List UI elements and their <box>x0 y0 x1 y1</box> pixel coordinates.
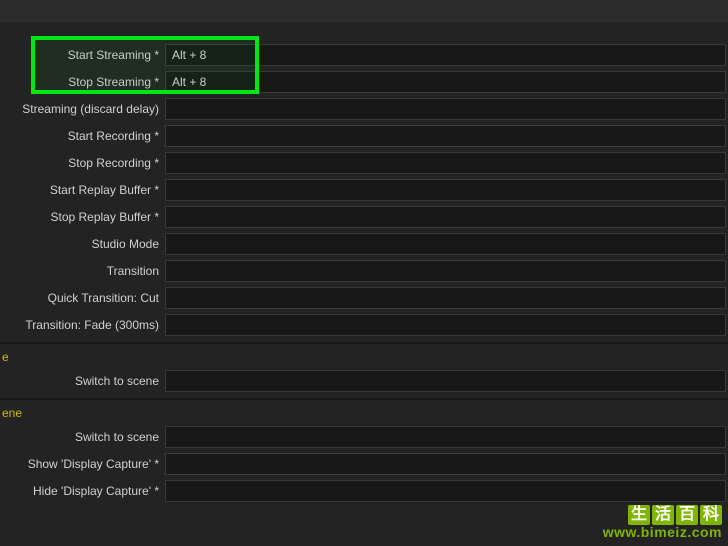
section-divider <box>0 342 728 344</box>
hotkey-input-stop-streaming[interactable]: Alt + 8 <box>165 71 726 93</box>
hotkey-input-hide-display-capture[interactable] <box>165 480 726 502</box>
hotkey-input-quick-transition-cut[interactable] <box>165 287 726 309</box>
hotkey-label: Show 'Display Capture' * <box>0 457 165 471</box>
hotkey-row-transition-fade: Transition: Fade (300ms) <box>0 312 728 338</box>
section-divider <box>0 398 728 400</box>
hotkey-input-stop-replay-buffer[interactable] <box>165 206 726 228</box>
watermark-char: 生 <box>628 505 650 525</box>
hotkeys-panel: Start Streaming * Alt + 8 Stop Streaming… <box>0 32 728 504</box>
hotkey-input-transition-fade[interactable] <box>165 314 726 336</box>
hotkey-input-switch-to-scene-2[interactable] <box>165 426 726 448</box>
top-bar <box>0 0 728 22</box>
hotkey-row-stop-replay-buffer: Stop Replay Buffer * <box>0 204 728 230</box>
hotkey-row-quick-transition-cut: Quick Transition: Cut <box>0 285 728 311</box>
hotkey-row-show-display-capture: Show 'Display Capture' * <box>0 451 728 477</box>
hotkey-label: Quick Transition: Cut <box>0 291 165 305</box>
hotkey-input-start-streaming[interactable]: Alt + 8 <box>165 44 726 66</box>
hotkey-label: Hide 'Display Capture' * <box>0 484 165 498</box>
hotkey-row-hide-display-capture: Hide 'Display Capture' * <box>0 478 728 504</box>
watermark-char: 科 <box>700 505 722 525</box>
scene-section-header-1: e <box>0 346 728 368</box>
hotkey-label: Start Streaming * <box>0 48 165 62</box>
hotkey-label: Switch to scene <box>0 374 165 388</box>
watermark: 生 活 百 科 www.bimeiz.com <box>603 505 722 540</box>
hotkey-input-studio-mode[interactable] <box>165 233 726 255</box>
hotkey-input-start-replay-buffer[interactable] <box>165 179 726 201</box>
hotkey-input-transition[interactable] <box>165 260 726 282</box>
hotkey-input-stop-recording[interactable] <box>165 152 726 174</box>
hotkey-row-switch-to-scene-2: Switch to scene <box>0 424 728 450</box>
hotkey-label: Transition: Fade (300ms) <box>0 318 165 332</box>
hotkey-input-switch-to-scene-1[interactable] <box>165 370 726 392</box>
hotkey-row-start-replay-buffer: Start Replay Buffer * <box>0 177 728 203</box>
hotkey-label: Stop Recording * <box>0 156 165 170</box>
hotkey-input-start-recording[interactable] <box>165 125 726 147</box>
watermark-char: 百 <box>676 505 698 525</box>
watermark-char: 活 <box>652 505 674 525</box>
hotkey-row-studio-mode: Studio Mode <box>0 231 728 257</box>
scene-section-header-2: ene <box>0 402 728 424</box>
hotkey-row-start-recording: Start Recording * <box>0 123 728 149</box>
watermark-url: www.bimeiz.com <box>603 525 722 540</box>
hotkey-label: Streaming (discard delay) <box>0 102 165 116</box>
hotkey-label: Stop Replay Buffer * <box>0 210 165 224</box>
hotkey-row-stop-streaming: Stop Streaming * Alt + 8 <box>0 69 728 95</box>
watermark-brand: 生 活 百 科 <box>603 505 722 525</box>
hotkey-row-switch-to-scene-1: Switch to scene <box>0 368 728 394</box>
hotkey-input-discard-delay[interactable] <box>165 98 726 120</box>
hotkey-label: Transition <box>0 264 165 278</box>
hotkey-label: Start Replay Buffer * <box>0 183 165 197</box>
hotkey-label: Stop Streaming * <box>0 75 165 89</box>
hotkey-label: Switch to scene <box>0 430 165 444</box>
hotkey-row-transition: Transition <box>0 258 728 284</box>
hotkey-label: Studio Mode <box>0 237 165 251</box>
hotkey-input-show-display-capture[interactable] <box>165 453 726 475</box>
hotkey-label: Start Recording * <box>0 129 165 143</box>
hotkey-row-start-streaming: Start Streaming * Alt + 8 <box>0 42 728 68</box>
hotkey-row-discard-delay: Streaming (discard delay) <box>0 96 728 122</box>
hotkey-row-stop-recording: Stop Recording * <box>0 150 728 176</box>
